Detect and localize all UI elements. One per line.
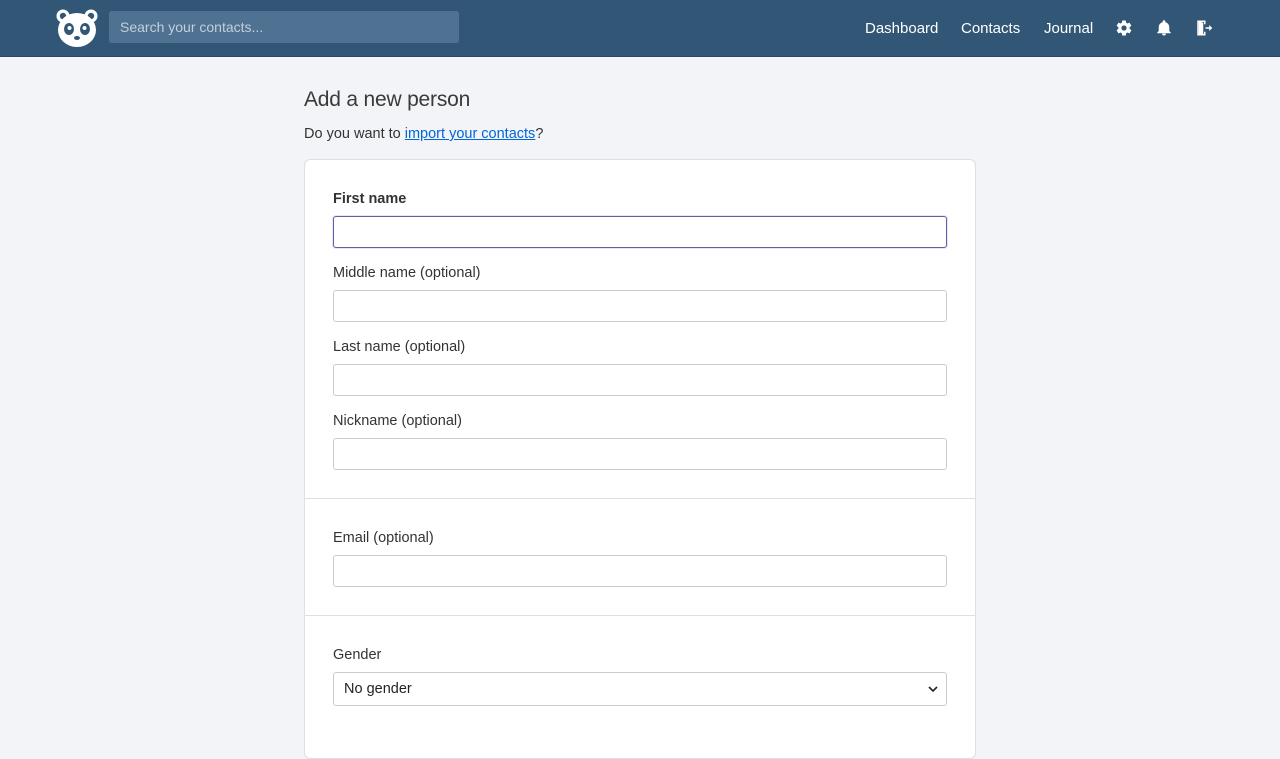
logout-icon[interactable] <box>1195 19 1213 37</box>
nav-dashboard-link[interactable]: Dashboard <box>865 0 938 57</box>
email-field[interactable] <box>333 555 947 587</box>
import-prefix-text: Do you want to <box>304 126 405 142</box>
middle-name-label: Middle name (optional) <box>333 265 481 281</box>
top-navbar: Dashboard Contacts Journal <box>0 0 1280 57</box>
gender-label: Gender <box>333 647 382 663</box>
first-name-label: First name <box>333 191 407 207</box>
nav-contacts-link[interactable]: Contacts <box>961 0 1020 57</box>
nickname-label: Nickname (optional) <box>333 413 462 429</box>
import-contacts-link[interactable]: import your contacts <box>405 126 536 142</box>
search-input[interactable] <box>109 11 459 43</box>
import-prompt: Do you want to import your contacts? <box>304 126 543 142</box>
gender-selected-value: No gender <box>344 681 412 697</box>
page-title: Add a new person <box>304 88 471 111</box>
section-divider <box>305 498 975 499</box>
panda-logo-icon[interactable] <box>55 8 99 48</box>
gear-icon[interactable] <box>1115 19 1133 37</box>
gender-select[interactable]: No gender <box>333 672 947 706</box>
first-name-field[interactable] <box>333 216 947 248</box>
chevron-down-icon <box>928 686 938 693</box>
email-label: Email (optional) <box>333 530 434 546</box>
nickname-field[interactable] <box>333 438 947 470</box>
middle-name-field[interactable] <box>333 290 947 322</box>
add-person-form: First name Middle name (optional) Last n… <box>304 159 976 759</box>
last-name-label: Last name (optional) <box>333 339 466 355</box>
bell-icon[interactable] <box>1155 19 1173 37</box>
last-name-field[interactable] <box>333 364 947 396</box>
import-suffix-text: ? <box>535 126 544 142</box>
nav-journal-link[interactable]: Journal <box>1044 0 1093 57</box>
section-divider <box>305 615 975 616</box>
